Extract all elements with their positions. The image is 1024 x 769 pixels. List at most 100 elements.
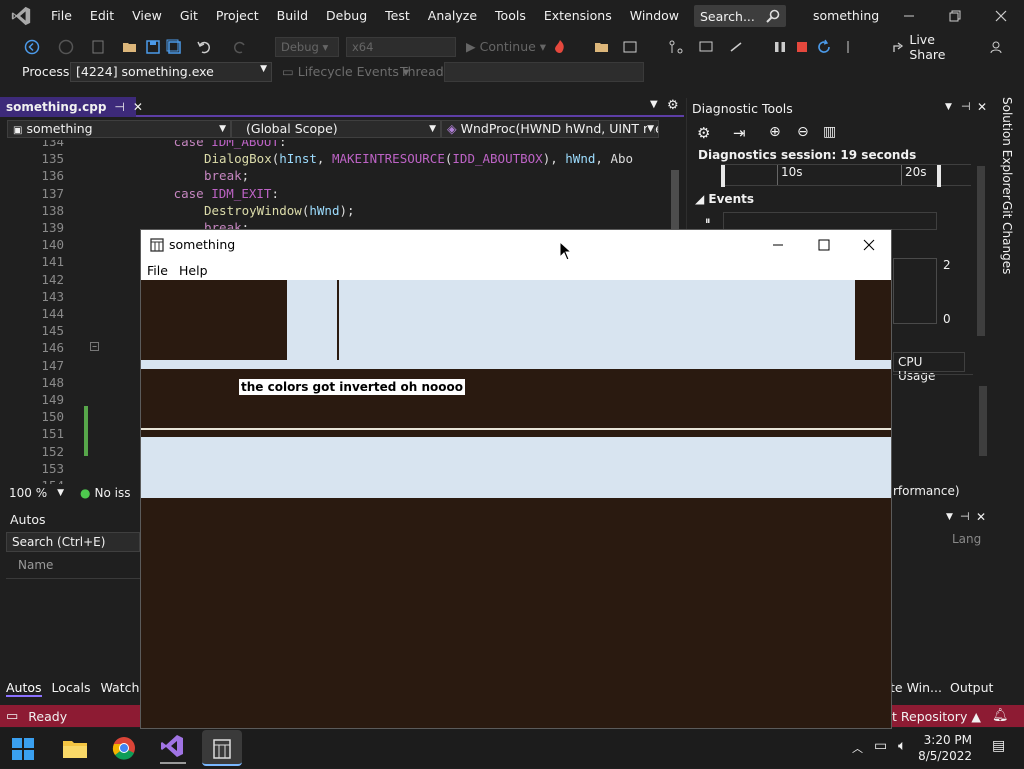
save-icon[interactable] bbox=[145, 39, 161, 55]
save-all-icon[interactable] bbox=[166, 39, 182, 55]
app-menu-file[interactable]: File bbox=[147, 263, 168, 278]
events-section[interactable]: ◢ Events bbox=[695, 192, 754, 206]
chart-icon[interactable]: ▥ bbox=[823, 124, 836, 140]
search-box[interactable]: Search... bbox=[694, 5, 786, 27]
app-menu-help[interactable]: Help bbox=[179, 263, 208, 278]
menu-extensions[interactable]: Extensions bbox=[535, 0, 621, 32]
tab-watch[interactable]: Watch bbox=[100, 680, 139, 697]
pin-icon[interactable]: ⊣ bbox=[960, 510, 970, 523]
feedback-icon[interactable] bbox=[988, 39, 1004, 55]
menu-build[interactable]: Build bbox=[268, 0, 317, 32]
network-icon[interactable]: ▭ bbox=[874, 738, 887, 754]
pin-icon[interactable]: ⊣ bbox=[114, 100, 124, 114]
tab-autos[interactable]: Autos bbox=[6, 680, 42, 697]
back-icon[interactable] bbox=[24, 39, 40, 55]
tab-immediate-window[interactable]: te Win... bbox=[890, 680, 942, 695]
undo-icon[interactable] bbox=[196, 39, 212, 55]
visual-studio-icon[interactable] bbox=[160, 734, 186, 764]
configuration-combo[interactable]: Debug ▾ bbox=[275, 37, 339, 57]
clock[interactable]: 3:20 PM 8/5/2022 bbox=[918, 732, 972, 764]
menu-git[interactable]: Git bbox=[171, 0, 207, 32]
timeline-start-handle[interactable] bbox=[721, 165, 725, 187]
file-explorer-icon[interactable] bbox=[62, 736, 88, 763]
comment-icon[interactable] bbox=[698, 39, 714, 55]
stop-icon[interactable] bbox=[794, 39, 810, 55]
forward-icon[interactable] bbox=[58, 39, 74, 55]
autos-search-input[interactable]: Search (Ctrl+E) bbox=[6, 532, 140, 552]
chevron-down-icon[interactable]: ▼ bbox=[945, 102, 952, 112]
menu-file[interactable]: File bbox=[42, 0, 81, 32]
menu-window[interactable]: Window bbox=[621, 0, 688, 32]
project-combo[interactable]: ▣ something ▼ bbox=[7, 120, 231, 138]
zoom-level[interactable]: 100 % bbox=[9, 486, 47, 500]
restore-button[interactable] bbox=[932, 0, 978, 32]
zoom-in-icon[interactable]: ⊕ bbox=[769, 124, 781, 140]
collapse-icon[interactable]: − bbox=[90, 342, 99, 351]
add-to-repository[interactable]: t Repository ▲ bbox=[892, 709, 981, 724]
diag-scrollbar[interactable] bbox=[975, 158, 987, 338]
something-app-taskbar-icon[interactable] bbox=[202, 730, 242, 766]
close-icon[interactable]: ✕ bbox=[977, 100, 987, 114]
platform-combo[interactable]: x64 bbox=[346, 37, 456, 57]
app-maximize-button[interactable] bbox=[801, 230, 847, 260]
timeline-end-handle[interactable] bbox=[937, 165, 941, 187]
close-button[interactable] bbox=[978, 0, 1024, 32]
zoom-out-icon[interactable]: ⊖ bbox=[797, 124, 809, 140]
issues-status[interactable]: No iss bbox=[95, 486, 131, 500]
minimize-button[interactable] bbox=[886, 0, 932, 32]
pause-icon[interactable] bbox=[772, 39, 788, 55]
app-client-area[interactable]: the colors got inverted oh noooo bbox=[141, 280, 891, 728]
menu-edit[interactable]: Edit bbox=[81, 0, 123, 32]
menu-test[interactable]: Test bbox=[376, 0, 419, 32]
notification-icon[interactable]: 🔔︎ bbox=[992, 708, 1009, 723]
git-icon[interactable] bbox=[668, 39, 684, 55]
tab-git-changes[interactable]: Git Changes bbox=[1000, 201, 1014, 274]
start-icon[interactable] bbox=[12, 738, 34, 763]
menu-analyze[interactable]: Analyze bbox=[419, 0, 486, 32]
tab-solution-explorer[interactable]: Solution Explorer bbox=[1000, 97, 1014, 200]
menu-view[interactable]: View bbox=[123, 0, 171, 32]
continue-button[interactable]: ▶ Continue ▾ bbox=[466, 39, 546, 54]
open-folder-icon[interactable] bbox=[122, 39, 138, 55]
close-tab-icon[interactable]: ✕ bbox=[133, 100, 143, 114]
menu-tools[interactable]: Tools bbox=[486, 0, 535, 32]
export-icon[interactable]: ⇥ bbox=[733, 124, 746, 142]
chevron-down-icon[interactable]: ▼ bbox=[946, 512, 953, 522]
scope-combo[interactable]: (Global Scope) ▼ bbox=[231, 120, 441, 138]
tab-overflow-icon[interactable]: ▼ bbox=[650, 99, 658, 110]
app-close-button[interactable] bbox=[847, 230, 891, 260]
chrome-icon[interactable] bbox=[112, 736, 136, 763]
folder-icon[interactable] bbox=[594, 39, 610, 55]
app-minimize-button[interactable] bbox=[755, 230, 801, 260]
thread-combo[interactable] bbox=[444, 62, 644, 82]
redo-icon[interactable] bbox=[232, 39, 248, 55]
show-next-statement-icon[interactable] bbox=[844, 39, 860, 55]
details-scrollbar[interactable] bbox=[977, 374, 989, 494]
tab-output[interactable]: Output bbox=[950, 680, 993, 695]
settings-icon[interactable]: ⚙ bbox=[697, 124, 710, 142]
chevron-up-icon[interactable]: ︿ bbox=[852, 740, 863, 756]
hot-reload-icon[interactable] bbox=[552, 39, 568, 55]
lifecycle-events-button[interactable]: ▭ Lifecycle Events ▾ bbox=[282, 64, 409, 79]
tab-cpu-usage[interactable]: CPU Usage bbox=[893, 352, 965, 383]
pin-icon[interactable]: ⊣ bbox=[961, 100, 971, 113]
process-combo[interactable]: [4224] something.exe ▼ bbox=[70, 62, 272, 82]
document-tab[interactable]: something.cpp ⊣ ✕ bbox=[0, 97, 143, 117]
function-combo[interactable]: ◈ WndProc(HWND hWnd, UINT mes ▼ bbox=[441, 120, 659, 138]
timeline-ruler[interactable]: 10s 20s bbox=[721, 164, 971, 187]
notification-center-icon[interactable]: ▤ bbox=[992, 738, 1005, 754]
live-share-button[interactable]: Live Share bbox=[892, 32, 972, 62]
visual-studio-logo-icon[interactable] bbox=[0, 0, 42, 32]
layout-icon[interactable] bbox=[622, 39, 638, 55]
close-icon[interactable]: ✕ bbox=[976, 510, 986, 524]
output-scrollbar[interactable] bbox=[978, 532, 990, 672]
gear-icon[interactable]: ⚙ bbox=[667, 98, 679, 113]
tab-locals[interactable]: Locals bbox=[52, 680, 91, 697]
menu-debug[interactable]: Debug bbox=[317, 0, 376, 32]
new-item-icon[interactable] bbox=[90, 39, 106, 55]
step-icon[interactable] bbox=[728, 39, 744, 55]
volume-icon[interactable]: 🔈︎ bbox=[898, 738, 906, 754]
menu-project[interactable]: Project bbox=[207, 0, 268, 32]
restart-icon[interactable] bbox=[816, 39, 832, 55]
app-titlebar[interactable]: something bbox=[141, 230, 891, 260]
